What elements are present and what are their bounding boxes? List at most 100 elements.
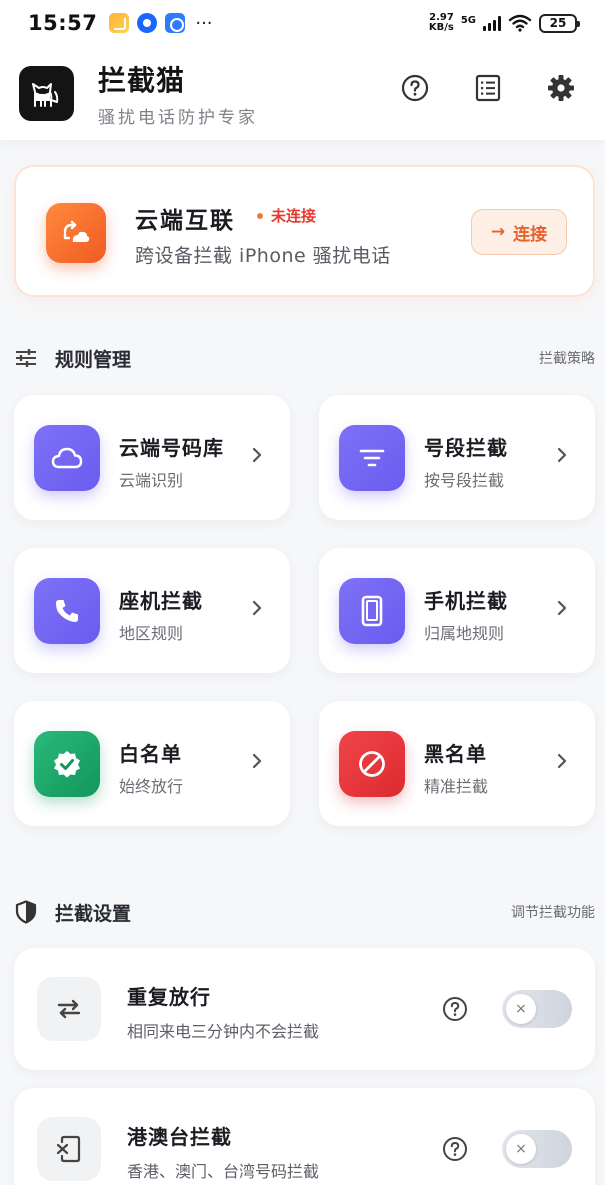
cloud-icon: [51, 447, 83, 469]
hk-macau-taiwan-toggle[interactable]: ×: [502, 1130, 572, 1168]
notification-icons: ···: [109, 12, 213, 34]
settings-button[interactable]: [547, 74, 575, 102]
wifi-icon: [508, 14, 532, 32]
signal-icon: [483, 15, 501, 31]
connection-status-label: 未连接: [271, 207, 317, 225]
cat-logo-icon: [32, 82, 59, 107]
browser-app-icon: [137, 13, 158, 33]
app-header: 拦截猫 骚扰电话防护专家: [0, 46, 605, 140]
network-type: 5G: [460, 15, 476, 26]
gear-icon: [548, 75, 574, 101]
help-icon: [401, 74, 429, 102]
chevron-right-icon: [252, 447, 262, 463]
help-button[interactable]: [401, 74, 429, 102]
chevron-right-icon: [557, 447, 567, 463]
rule-icon-box: [34, 578, 100, 644]
repeat-icon: [57, 999, 81, 1019]
network-speed: 2.97 KB/s: [429, 13, 454, 33]
setting-title: 重复放行: [127, 985, 211, 1009]
rule-card-whitelist[interactable]: 白名单 始终放行: [14, 701, 290, 826]
cloud-description: 跨设备拦截 iPhone 骚扰电话: [135, 245, 391, 267]
status-time: 15:57: [28, 11, 98, 35]
rule-card-number-range[interactable]: 号段拦截 按号段拦截: [319, 395, 595, 520]
cloud-sync-icon-box: [46, 203, 106, 263]
arrow-right-icon: →: [490, 222, 506, 242]
battery-level: 25: [549, 16, 567, 30]
rules-section-link[interactable]: 拦截策略: [539, 348, 595, 368]
setting-subtitle: 相同来电三分钟内不会拦截: [127, 1022, 320, 1041]
settings-section-link[interactable]: 调节拦截功能: [511, 902, 595, 922]
cloud-title: 云端互联: [135, 208, 235, 234]
log-button[interactable]: [474, 74, 502, 102]
close-icon: ×: [515, 1141, 527, 1157]
phone-block-icon: [56, 1135, 81, 1163]
connect-label: 连接: [513, 224, 548, 245]
rule-icon-box: [339, 731, 405, 797]
toggle-knob: ×: [506, 994, 536, 1024]
rule-icon-box: [339, 425, 405, 491]
rule-title: 手机拦截: [424, 589, 508, 613]
rule-subtitle: 地区规则: [119, 624, 184, 643]
app-title: 拦截猫: [98, 63, 186, 97]
rule-icon-box: [34, 425, 100, 491]
setting-subtitle: 香港、澳门、台湾号码拦截: [127, 1162, 320, 1181]
rule-card-blacklist[interactable]: 黑名单 精准拦截: [319, 701, 595, 826]
chevron-right-icon: [557, 753, 567, 769]
rule-icon-box: [34, 731, 100, 797]
mobile-icon: [361, 595, 383, 627]
settings-section-header: 拦截设置 调节拦截功能: [15, 898, 595, 926]
chevron-right-icon: [252, 753, 262, 769]
title-block: 拦截猫 骚扰电话防护专家: [98, 59, 258, 128]
connection-status: 未连接: [257, 205, 316, 226]
notes-app-icon: [109, 13, 130, 33]
setting-title: 港澳台拦截: [127, 1125, 232, 1149]
chevron-right-icon: [557, 600, 567, 616]
app-logo: [19, 65, 74, 121]
rule-subtitle: 精准拦截: [424, 777, 489, 796]
rule-card-landline[interactable]: 座机拦截 地区规则: [14, 548, 290, 673]
log-list-icon: [475, 74, 501, 102]
block-icon: [359, 751, 385, 777]
rule-icon-box: [339, 578, 405, 644]
rule-card-cloud-database[interactable]: 云端号码库 云端识别: [14, 395, 290, 520]
status-bar: 15:57 ··· 2.97 KB/s 5G 25: [0, 0, 605, 46]
shield-icon: [15, 900, 37, 924]
help-icon[interactable]: [442, 1136, 468, 1162]
cloud-connect-card[interactable]: 云端互联 未连接 跨设备拦截 iPhone 骚扰电话 → 连接: [14, 165, 595, 297]
status-dot: [257, 212, 263, 219]
setting-hk-macau-taiwan: 港澳台拦截 香港、澳门、台湾号码拦截 ×: [14, 1088, 595, 1185]
filter-icon: [359, 449, 385, 467]
rules-section-title: 规则管理: [55, 348, 132, 371]
rule-title: 云端号码库: [119, 436, 224, 460]
speed-unit: KB/s: [428, 22, 454, 33]
rule-title: 白名单: [119, 742, 182, 766]
rules-section-header: 规则管理 拦截策略: [15, 344, 595, 372]
battery-icon: 25: [539, 13, 580, 33]
rule-card-mobile[interactable]: 手机拦截 归属地规则: [319, 548, 595, 673]
rule-title: 黑名单: [424, 742, 487, 766]
rule-subtitle: 云端识别: [119, 471, 184, 490]
search-app-icon: [165, 13, 186, 33]
sliders-icon: [15, 347, 37, 369]
app-subtitle: 骚扰电话防护专家: [98, 107, 258, 128]
setting-repeat-allow: 重复放行 相同来电三分钟内不会拦截 ×: [14, 948, 595, 1070]
settings-section-title: 拦截设置: [55, 902, 132, 925]
rule-title: 号段拦截: [424, 436, 508, 460]
setting-icon-box: [37, 1117, 101, 1181]
header-actions: [401, 74, 575, 102]
rule-subtitle: 按号段拦截: [424, 471, 505, 490]
verified-badge-icon: [54, 751, 80, 778]
cloud-sync-icon: [63, 220, 90, 242]
help-icon[interactable]: [442, 996, 468, 1022]
phone-icon: [56, 600, 78, 622]
setting-icon-box: [37, 977, 101, 1041]
rule-subtitle: 始终放行: [119, 777, 184, 796]
toggle-knob: ×: [506, 1134, 536, 1164]
connect-button[interactable]: → 连接: [471, 209, 567, 255]
chevron-right-icon: [252, 600, 262, 616]
repeat-allow-toggle[interactable]: ×: [502, 990, 572, 1028]
status-right: 2.97 KB/s 5G 25: [429, 13, 580, 33]
more-notifications: ···: [195, 12, 213, 34]
close-icon: ×: [515, 1001, 527, 1017]
rule-title: 座机拦截: [119, 589, 203, 613]
